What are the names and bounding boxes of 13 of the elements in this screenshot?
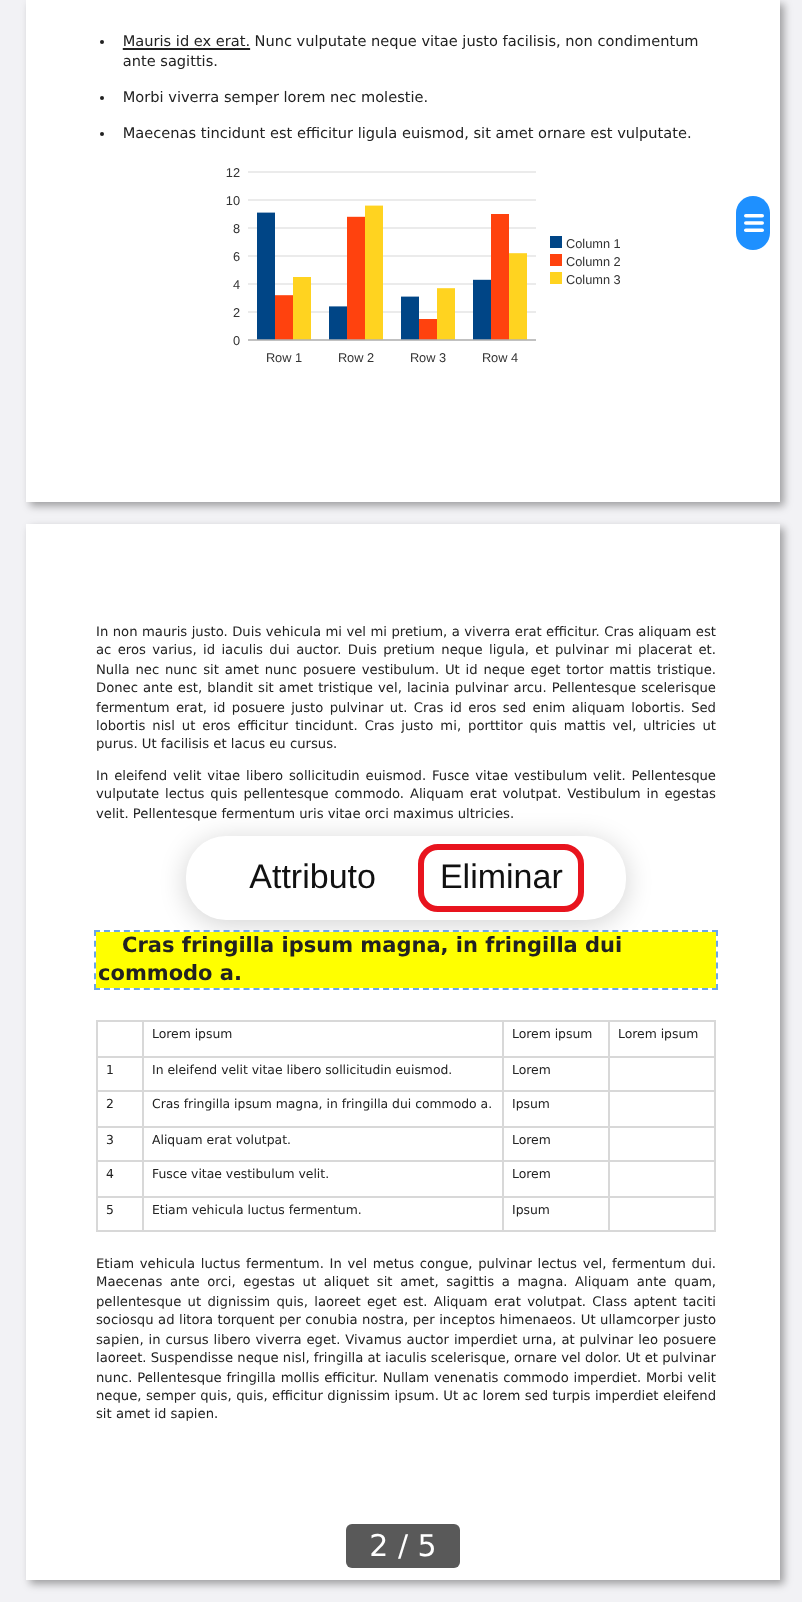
bullet-icon	[100, 40, 105, 45]
menu-icon	[743, 214, 763, 232]
bullet-icon	[100, 132, 105, 137]
menu-button[interactable]: Attributo	[227, 844, 398, 913]
legend-swatch	[550, 254, 562, 266]
chart-bar	[293, 277, 311, 340]
bullet-icon	[100, 96, 105, 101]
legend-swatch	[550, 236, 562, 248]
heading[interactable]: Cras fringilla ipsum magna, in fringilla dui commodo a.	[96, 932, 716, 989]
menu-button[interactable]: Eliminar	[417, 844, 585, 913]
page-indicator: 2 / 5	[345, 1524, 461, 1568]
legend-swatch	[550, 272, 562, 284]
chart-bar	[365, 205, 383, 340]
